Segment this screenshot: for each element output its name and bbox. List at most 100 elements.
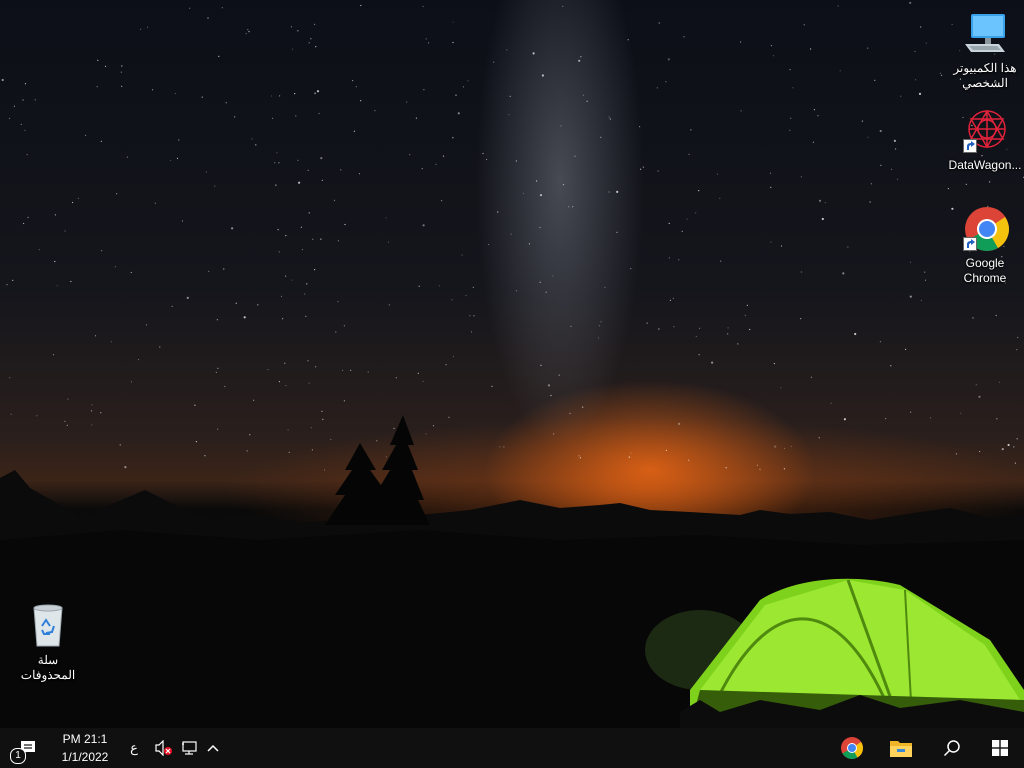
action-center-button[interactable]: 1: [10, 728, 46, 768]
star: [235, 302, 237, 304]
star: [749, 328, 751, 331]
star: [350, 369, 352, 371]
star: [282, 318, 284, 320]
star: [880, 164, 882, 166]
star: [147, 26, 149, 28]
star: [698, 190, 700, 192]
star: [465, 294, 467, 297]
star: [300, 226, 302, 228]
star: [423, 89, 425, 91]
star: [276, 152, 278, 154]
star: [278, 381, 280, 383]
desktop-icon-this-pc[interactable]: هذا الكمبيوتر الشخصي: [947, 10, 1023, 91]
star: [870, 183, 873, 185]
star: [1016, 349, 1018, 351]
taskbar-clock[interactable]: PM 21:1 1/1/2022: [50, 730, 120, 766]
star: [539, 194, 543, 197]
star: [896, 178, 899, 180]
star: [279, 95, 281, 97]
star: [311, 449, 313, 451]
star: [247, 29, 249, 31]
star: [890, 365, 892, 367]
star: [367, 371, 369, 373]
star: [843, 418, 847, 421]
star: [249, 434, 251, 436]
desktop-icon-google-chrome[interactable]: Google Chrome: [947, 205, 1023, 286]
star: [305, 315, 307, 317]
star: [360, 100, 362, 102]
star: [910, 411, 912, 413]
shortcut-arrow-icon: [963, 139, 977, 153]
star: [223, 268, 225, 270]
star: [774, 445, 777, 448]
desktop-icon-recycle-bin[interactable]: سلة المحذوفات: [10, 602, 86, 683]
star: [376, 440, 378, 442]
star: [308, 382, 310, 384]
taskbar-chrome-button[interactable]: [832, 728, 872, 768]
star: [740, 41, 742, 43]
star: [725, 467, 727, 469]
star: [580, 56, 582, 58]
star: [941, 74, 943, 76]
star: [171, 305, 173, 307]
volume-muted-icon: [155, 740, 172, 756]
star: [385, 217, 387, 219]
star: [248, 31, 250, 33]
taskbar-file-explorer-button[interactable]: [881, 728, 921, 768]
star: [780, 245, 783, 247]
start-button[interactable]: [980, 728, 1020, 768]
taskbar: 1 PM 21:1 1/1/2022 ع: [0, 728, 1024, 768]
star: [528, 243, 531, 245]
star: [491, 385, 493, 387]
notification-badge: 1: [10, 748, 26, 764]
star: [639, 126, 641, 128]
star: [790, 117, 792, 119]
taskbar-search-button[interactable]: [932, 728, 972, 768]
star: [783, 447, 786, 450]
star: [1014, 462, 1017, 464]
star: [998, 381, 1001, 383]
star: [541, 74, 545, 77]
star: [792, 87, 794, 89]
star: [120, 71, 122, 73]
star: [36, 415, 38, 417]
desktop-icon-datawagon[interactable]: DataWagon...: [947, 107, 1023, 173]
star: [503, 446, 505, 448]
chrome-icon: [961, 205, 1009, 253]
star: [295, 115, 297, 117]
star: [510, 233, 512, 235]
star: [574, 155, 576, 157]
star: [121, 65, 123, 67]
star: [867, 136, 869, 138]
star: [989, 181, 991, 183]
star: [800, 318, 802, 320]
star: [995, 314, 997, 317]
star: [22, 99, 24, 101]
volume-button[interactable]: [152, 728, 176, 768]
star: [924, 271, 926, 273]
star: [812, 141, 815, 143]
star: [562, 184, 565, 186]
star: [727, 333, 729, 335]
star: [772, 55, 775, 57]
star: [388, 304, 390, 306]
star: [472, 286, 474, 288]
star: [415, 117, 417, 119]
star: [628, 456, 630, 458]
search-icon: [943, 740, 960, 757]
star: [558, 374, 560, 376]
star: [869, 201, 871, 203]
star: [253, 399, 255, 401]
show-hidden-icons-button[interactable]: [203, 728, 223, 768]
star: [830, 402, 832, 404]
star: [85, 134, 87, 136]
star: [422, 5, 424, 8]
network-button[interactable]: [178, 728, 202, 768]
star: [506, 49, 508, 51]
star: [509, 95, 511, 97]
star: [452, 355, 454, 358]
star: [672, 297, 674, 299]
star: [274, 162, 276, 164]
input-language-indicator[interactable]: ع: [124, 728, 144, 768]
star: [152, 89, 154, 91]
